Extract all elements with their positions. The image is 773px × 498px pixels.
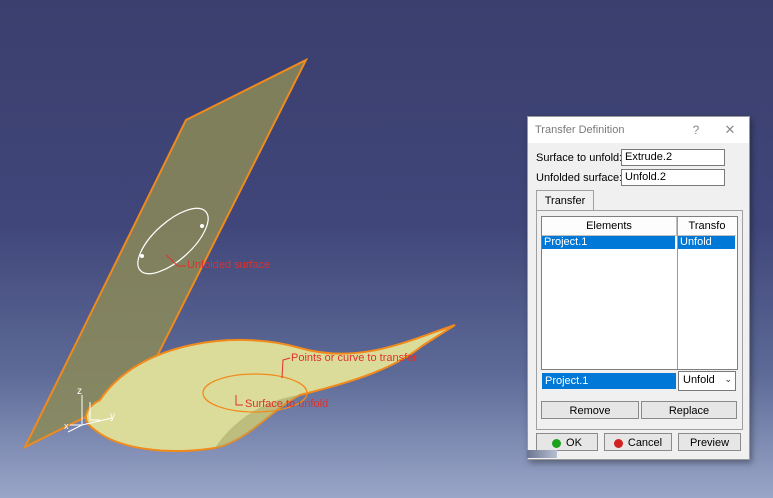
transfo-combo-value: Unfold xyxy=(683,374,715,386)
curve-point xyxy=(140,254,144,258)
elements-table[interactable]: Elements Transfo Project.1 Unfold xyxy=(541,216,738,370)
axis-z-label: z xyxy=(77,386,82,397)
transfo-combo[interactable]: Unfold ⌄ xyxy=(678,371,736,391)
dialog-title: Transfer Definition xyxy=(535,124,625,136)
help-button[interactable]: ? xyxy=(686,121,706,139)
axis-y-label: y xyxy=(110,411,115,422)
replace-button[interactable]: Replace xyxy=(641,401,737,419)
annotation-unfolded-surface: Unfolded surface xyxy=(187,259,270,271)
dialog-titlebar[interactable]: Transfer Definition ? ✕ xyxy=(528,117,749,143)
cancel-button[interactable]: Cancel xyxy=(604,433,672,451)
preview-button[interactable]: Preview xyxy=(678,433,741,451)
table-row-element-cell[interactable]: Project.1 xyxy=(542,236,675,249)
unfolded-surface-field[interactable]: Unfold.2 xyxy=(621,169,725,186)
table-row-transfo-cell[interactable]: Unfold xyxy=(678,236,735,249)
cancel-dot-icon xyxy=(613,438,623,448)
surface-to-unfold-field[interactable]: Extrude.2 xyxy=(621,149,725,166)
ok-dot-icon xyxy=(552,438,562,448)
background-strip xyxy=(527,450,557,458)
ok-label: OK xyxy=(566,437,582,449)
tab-transfer[interactable]: Transfer xyxy=(536,190,594,211)
curve-point xyxy=(200,224,204,228)
surface-to-unfold-label: Surface to unfold: xyxy=(536,152,623,164)
axis-x-label: x xyxy=(64,421,69,431)
annotation-points-to-transfer: Points or curve to transfer xyxy=(291,352,417,364)
cancel-label: Cancel xyxy=(627,437,663,449)
remove-button[interactable]: Remove xyxy=(541,401,639,419)
close-icon[interactable]: ✕ xyxy=(720,121,740,139)
chevron-down-icon: ⌄ xyxy=(724,374,732,384)
transfer-definition-dialog: Transfer Definition ? ✕ Surface to unfol… xyxy=(527,116,750,460)
ok-button[interactable]: OK xyxy=(536,433,598,451)
selected-element-field[interactable]: Project.1 xyxy=(542,373,676,389)
annotation-surface-to-unfold: Surface to unfold xyxy=(245,398,328,410)
column-header-transfo[interactable]: Transfo xyxy=(678,217,736,236)
column-header-elements[interactable]: Elements xyxy=(542,217,677,236)
unfolded-surface-label: Unfolded surface: xyxy=(536,172,623,184)
